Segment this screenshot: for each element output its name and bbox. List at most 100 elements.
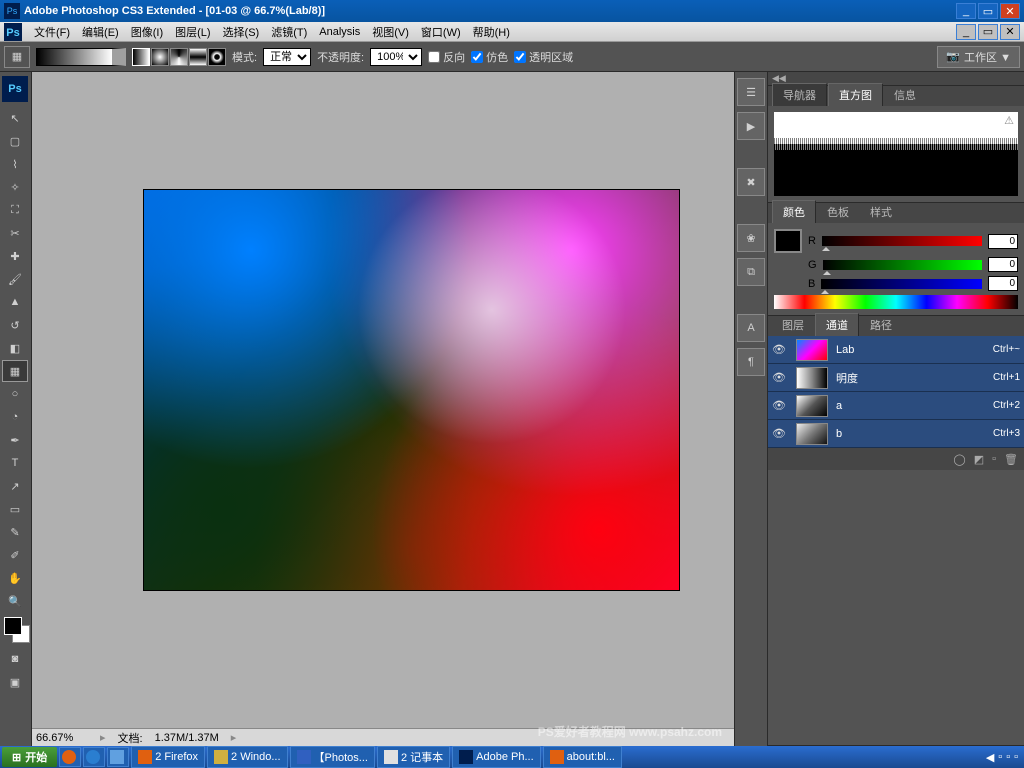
save-selection-icon[interactable]: ◩ (974, 453, 984, 466)
tab-swatches[interactable]: 色板 (817, 201, 859, 223)
radial-gradient-button[interactable] (151, 48, 169, 66)
dither-check[interactable]: 仿色 (471, 49, 508, 65)
new-channel-icon[interactable]: ▫ (992, 453, 996, 465)
history-brush-tool[interactable]: ↺ (2, 314, 28, 336)
dodge-tool[interactable]: ◔ (2, 406, 28, 428)
brushes-dock-icon[interactable]: ❀ (737, 224, 765, 252)
delete-channel-icon[interactable]: 🗑 (1004, 453, 1018, 466)
taskbar-item[interactable]: about:bl... (543, 746, 622, 768)
lasso-tool[interactable]: ⌇ (2, 153, 28, 175)
eraser-tool[interactable]: ◧ (2, 337, 28, 359)
slice-tool[interactable]: ✂ (2, 222, 28, 244)
pen-tool[interactable]: ✒ (2, 429, 28, 451)
tab-channels[interactable]: 通道 (815, 313, 859, 336)
b-slider[interactable] (821, 279, 982, 289)
history-dock-icon[interactable]: ☰ (737, 78, 765, 106)
screen-mode-button[interactable]: ▣ (2, 671, 28, 693)
menu-filter[interactable]: 滤镜(T) (265, 22, 313, 42)
document-canvas[interactable] (144, 190, 679, 590)
g-slider[interactable] (823, 260, 982, 270)
character-dock-icon[interactable]: A (737, 314, 765, 342)
zoom-tool[interactable]: 🔍 (2, 590, 28, 612)
g-input[interactable] (988, 257, 1018, 272)
visibility-icon[interactable]: 👁 (772, 427, 788, 440)
load-selection-icon[interactable]: ◯ (953, 453, 965, 466)
workspace-button[interactable]: 📷 工作区 ▼ (937, 46, 1020, 68)
b-input[interactable] (988, 276, 1018, 291)
visibility-icon[interactable]: 👁 (772, 343, 788, 356)
menu-file[interactable]: 文件(F) (28, 22, 76, 42)
type-tool[interactable]: T (2, 452, 28, 474)
tab-styles[interactable]: 样式 (860, 201, 902, 223)
taskbar-item[interactable]: 【Photos... (290, 746, 375, 768)
tray-icon[interactable]: ▫ (1006, 751, 1010, 763)
menu-image[interactable]: 图像(I) (125, 22, 169, 42)
zoom-field[interactable] (36, 732, 88, 744)
quick-launch-firefox[interactable] (59, 747, 81, 767)
taskbar-item[interactable]: Adobe Ph... (452, 746, 541, 768)
healing-brush-tool[interactable]: ✚ (2, 245, 28, 267)
gradient-tool[interactable]: ▦ (2, 360, 28, 382)
menu-select[interactable]: 选择(S) (217, 22, 266, 42)
tab-color[interactable]: 颜色 (772, 200, 816, 223)
reflected-gradient-button[interactable] (189, 48, 207, 66)
blend-mode-select[interactable]: 正常 (263, 48, 311, 66)
quick-launch-ie[interactable] (83, 747, 105, 767)
tab-layers[interactable]: 图层 (772, 314, 814, 336)
histogram-canvas[interactable]: ⚠ (774, 112, 1018, 196)
tray-icon[interactable]: ▫ (1014, 751, 1018, 763)
crop-tool[interactable]: ⛶ (2, 199, 28, 221)
transparency-check[interactable]: 透明区域 (514, 49, 573, 65)
menu-view[interactable]: 视图(V) (366, 22, 415, 42)
maximize-button[interactable]: ▭ (978, 3, 998, 19)
visibility-icon[interactable]: 👁 (772, 399, 788, 412)
tab-info[interactable]: 信息 (884, 84, 926, 106)
r-slider[interactable] (822, 236, 982, 246)
doc-restore-button[interactable]: ▭ (978, 24, 998, 40)
quick-mask-button[interactable]: ◙ (2, 648, 28, 670)
ps-menu-icon[interactable]: Ps (4, 23, 22, 41)
brush-tool[interactable]: 🖌 (2, 268, 28, 290)
actions-dock-icon[interactable]: ▶ (737, 112, 765, 140)
angle-gradient-button[interactable] (170, 48, 188, 66)
r-input[interactable] (988, 234, 1018, 249)
marquee-tool[interactable]: ▢ (2, 130, 28, 152)
visibility-icon[interactable]: 👁 (772, 371, 788, 384)
hand-tool[interactable]: ✋ (2, 567, 28, 589)
clone-stamp-tool[interactable]: ▲ (2, 291, 28, 313)
taskbar-item[interactable]: 2 Windo... (207, 746, 288, 768)
foreground-swatch[interactable] (4, 617, 22, 635)
paragraph-dock-icon[interactable]: ¶ (737, 348, 765, 376)
shape-tool[interactable]: ▭ (2, 498, 28, 520)
color-swatches[interactable] (2, 617, 29, 647)
tab-navigator[interactable]: 导航器 (772, 83, 827, 106)
taskbar-item[interactable]: 2 Firefox (131, 746, 205, 768)
gradient-preview[interactable] (36, 48, 126, 66)
diamond-gradient-button[interactable] (208, 48, 226, 66)
quick-launch-desktop[interactable] (107, 747, 129, 767)
eyedropper-tool[interactable]: ✐ (2, 544, 28, 566)
tab-histogram[interactable]: 直方图 (828, 83, 883, 106)
tray-icon[interactable]: ◀ (986, 751, 994, 764)
cache-warning-icon[interactable]: ⚠ (1004, 114, 1014, 127)
menu-layer[interactable]: 图层(L) (169, 22, 216, 42)
reverse-check[interactable]: 反向 (428, 49, 465, 65)
tab-paths[interactable]: 路径 (860, 314, 902, 336)
channel-row[interactable]: 👁 Lab Ctrl+~ (768, 336, 1024, 364)
tools-preset-dock-icon[interactable]: ✖ (737, 168, 765, 196)
canvas-area[interactable]: ▸ 文档: 1.37M/1.37M ▸ PS爱好者教程网 www.psahz.c… (32, 72, 734, 746)
channel-row[interactable]: 👁 明度 Ctrl+1 (768, 364, 1024, 392)
move-tool[interactable]: ↖ (2, 107, 28, 129)
menu-edit[interactable]: 编辑(E) (76, 22, 125, 42)
menu-help[interactable]: 帮助(H) (467, 22, 516, 42)
blur-tool[interactable]: ○ (2, 383, 28, 405)
ps-badge-icon[interactable]: Ps (2, 76, 28, 102)
system-tray[interactable]: ◀ ▫ ▫ ▫ (982, 751, 1022, 764)
panel-foreground-swatch[interactable] (774, 229, 802, 253)
notes-tool[interactable]: ✎ (2, 521, 28, 543)
magic-wand-tool[interactable]: ✧ (2, 176, 28, 198)
color-ramp[interactable] (774, 295, 1018, 309)
opacity-select[interactable]: 100% (370, 48, 422, 66)
channel-row[interactable]: 👁 b Ctrl+3 (768, 420, 1024, 448)
doc-minimize-button[interactable]: _ (956, 24, 976, 40)
